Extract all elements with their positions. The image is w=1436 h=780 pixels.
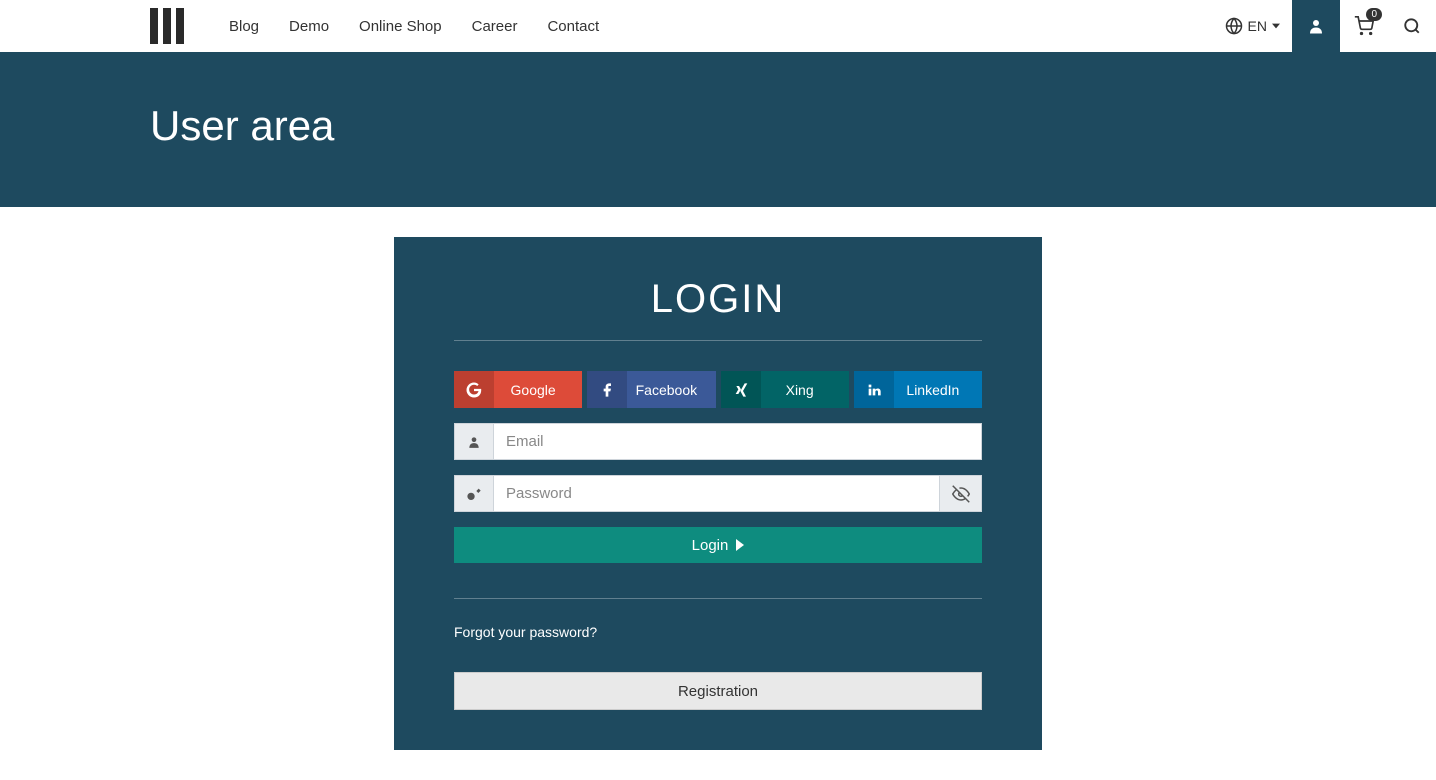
- email-field[interactable]: [494, 423, 982, 460]
- globe-icon: [1225, 17, 1243, 35]
- login-card: LOGIN Google Facebook: [394, 237, 1042, 750]
- nav-career[interactable]: Career: [457, 0, 533, 52]
- social-login-row: Google Facebook Xing: [454, 371, 982, 408]
- language-label: EN: [1248, 18, 1267, 34]
- facebook-login-button[interactable]: Facebook: [587, 371, 715, 408]
- registration-button-label: Registration: [678, 683, 758, 700]
- xing-login-button[interactable]: Xing: [721, 371, 849, 408]
- linkedin-label: LinkedIn: [894, 382, 982, 398]
- registration-button[interactable]: Registration: [454, 672, 982, 710]
- linkedin-icon: [854, 371, 894, 408]
- password-field[interactable]: [494, 475, 940, 512]
- cart-count-badge: 0: [1366, 8, 1382, 21]
- nav-blog[interactable]: Blog: [214, 0, 274, 52]
- cart-button[interactable]: 0: [1340, 0, 1388, 52]
- login-button-label: Login: [692, 537, 729, 554]
- user-icon: [1307, 17, 1325, 35]
- linkedin-login-button[interactable]: LinkedIn: [854, 371, 982, 408]
- xing-label: Xing: [761, 382, 849, 398]
- eye-slash-icon: [952, 485, 970, 503]
- logo[interactable]: [0, 0, 214, 52]
- google-login-button[interactable]: Google: [454, 371, 582, 408]
- nav-demo[interactable]: Demo: [274, 0, 344, 52]
- facebook-icon: [587, 371, 627, 408]
- key-input-icon: [454, 475, 494, 512]
- language-selector[interactable]: EN: [1213, 0, 1292, 52]
- logo-icon: [150, 8, 184, 44]
- header-left: Blog Demo Online Shop Career Contact: [0, 0, 614, 52]
- login-heading: LOGIN: [454, 277, 982, 341]
- google-label: Google: [494, 382, 582, 398]
- header-right: EN 0: [1213, 0, 1436, 52]
- search-button[interactable]: [1388, 0, 1436, 52]
- nav-online-shop[interactable]: Online Shop: [344, 0, 457, 52]
- login-submit-button[interactable]: Login: [454, 527, 982, 563]
- hero-section: User area: [0, 52, 1436, 207]
- nav-contact[interactable]: Contact: [532, 0, 614, 52]
- chevron-right-icon: [736, 539, 744, 551]
- search-icon: [1403, 17, 1421, 35]
- divider: [454, 598, 982, 599]
- content-area: LOGIN Google Facebook: [0, 207, 1436, 780]
- user-input-icon: [454, 423, 494, 460]
- xing-icon: [721, 371, 761, 408]
- facebook-label: Facebook: [627, 382, 715, 398]
- toggle-password-visibility[interactable]: [940, 475, 982, 512]
- password-input-group: [454, 475, 982, 512]
- caret-down-icon: [1272, 22, 1280, 30]
- google-icon: [454, 371, 494, 408]
- main-nav: Blog Demo Online Shop Career Contact: [214, 0, 614, 52]
- email-input-group: [454, 423, 982, 460]
- page-title: User area: [150, 102, 334, 150]
- user-account-button[interactable]: [1292, 0, 1340, 52]
- forgot-password-link[interactable]: Forgot your password?: [454, 624, 982, 640]
- header: Blog Demo Online Shop Career Contact EN: [0, 0, 1436, 52]
